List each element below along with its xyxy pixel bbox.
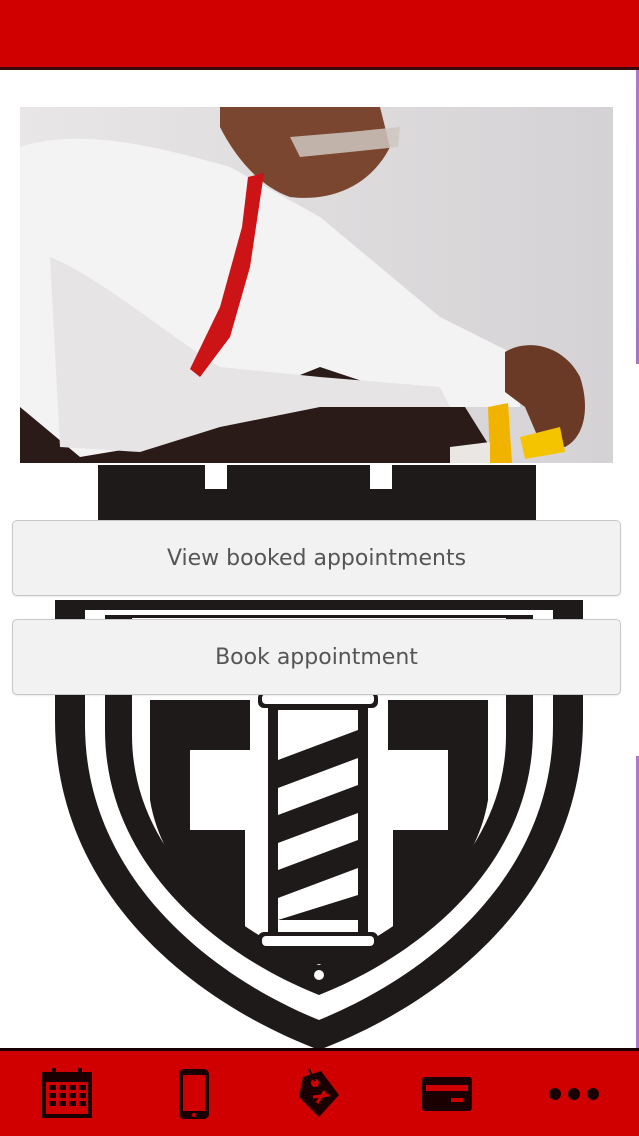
- mobile-phone-icon: [179, 1068, 209, 1119]
- view-booked-appointments-button[interactable]: View booked appointments: [12, 520, 621, 596]
- top-app-bar: [0, 0, 639, 70]
- more-dots-icon: [549, 1087, 599, 1100]
- nav-tag[interactable]: [264, 1051, 374, 1136]
- nav-more[interactable]: [519, 1051, 629, 1136]
- tag-icon: [299, 1068, 339, 1117]
- bottom-nav-bar: [0, 1048, 639, 1136]
- main-content: View booked appointments Book appointmen…: [0, 70, 639, 1050]
- book-appointment-label: Book appointment: [215, 644, 418, 670]
- view-booked-appointments-label: View booked appointments: [166, 545, 467, 571]
- nav-mobile[interactable]: [139, 1051, 249, 1136]
- nav-calendar[interactable]: [12, 1051, 122, 1136]
- hero-photo: [20, 107, 613, 463]
- barber-photo-illustration: [20, 107, 613, 463]
- credit-card-icon: [422, 1076, 472, 1111]
- calendar-icon: [42, 1067, 92, 1118]
- nav-payment[interactable]: [392, 1051, 502, 1136]
- book-appointment-button[interactable]: Book appointment: [12, 619, 621, 695]
